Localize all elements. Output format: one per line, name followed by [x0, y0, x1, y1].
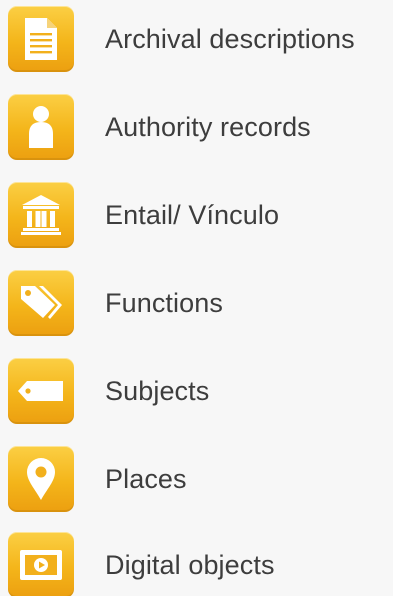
menu-item-archival-descriptions[interactable]: Archival descriptions: [8, 4, 388, 74]
menu-item-functions[interactable]: Functions: [8, 268, 388, 338]
document-icon: [8, 6, 74, 72]
menu-item-label: Archival descriptions: [105, 23, 355, 54]
menu-item-label: Digital objects: [105, 549, 275, 580]
menu-item-label: Functions: [105, 287, 223, 318]
browse-menu: Archival descriptions Authority records: [0, 0, 393, 596]
menu-item-label: Authority records: [105, 111, 311, 142]
menu-item-label: Subjects: [105, 375, 210, 406]
institution-icon: [8, 182, 74, 248]
menu-item-places[interactable]: Places: [8, 444, 388, 514]
menu-item-entail-vinculo[interactable]: Entail/ Vínculo: [8, 180, 388, 250]
menu-item-digital-objects[interactable]: Digital objects: [8, 530, 388, 596]
menu-item-subjects[interactable]: Subjects: [8, 356, 388, 426]
person-icon: [8, 94, 74, 160]
menu-item-label: Entail/ Vínculo: [105, 199, 280, 230]
tag-icon: [8, 358, 74, 424]
map-pin-icon: [8, 446, 74, 512]
menu-item-label: Places: [105, 463, 187, 494]
menu-item-authority-records[interactable]: Authority records: [8, 92, 388, 162]
media-icon: [8, 532, 74, 596]
tags-icon: [8, 270, 74, 336]
